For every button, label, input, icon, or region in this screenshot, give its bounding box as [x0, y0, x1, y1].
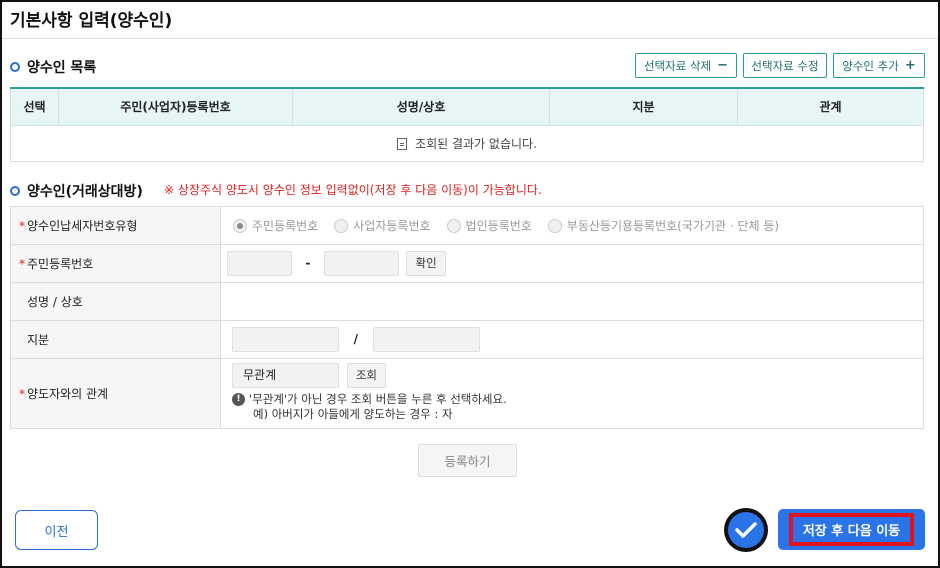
- share-label: 지분: [27, 333, 50, 347]
- radio-empty-icon: [446, 218, 461, 233]
- bullet-circle-icon: [10, 62, 20, 72]
- form-section-title: 양수인(거래상대방): [10, 181, 143, 201]
- confirm-button[interactable]: 확인: [406, 251, 446, 276]
- radio-business-label: 사업자등록번호: [353, 219, 431, 233]
- list-section-title-text: 양수인 목록: [27, 60, 97, 76]
- lookup-button[interactable]: 조회: [346, 363, 386, 388]
- required-mark: *: [19, 257, 25, 271]
- taxpayer-type-radio-group: 주민등록번호 사업자등록번호 법인등록번호 부동산등기용등록번호(국가기관 · …: [221, 217, 923, 234]
- column-header-share[interactable]: 지분: [549, 87, 738, 126]
- share-label-cell: 지분: [10, 320, 221, 359]
- id-separator: -: [305, 256, 311, 270]
- form-row-name: 성명 / 상호: [10, 282, 924, 321]
- transferee-form-table: * 양수인납세자번호유형 주민등록번호 사업자등록번호 법인등록번호 부동산등기용…: [10, 206, 924, 429]
- share-numerator-input[interactable]: [232, 327, 339, 352]
- info-icon: !: [232, 393, 245, 406]
- required-mark: *: [19, 387, 25, 401]
- relation-value-cell: 무관계 조회 ! '무관계'가 아닌 경우 조회 버튼을 누른 후 선택하세요.…: [220, 358, 924, 429]
- relation-label-cell: * 양도자와의 관계: [10, 358, 221, 429]
- share-value-cell: /: [220, 320, 924, 359]
- name-label: 성명 / 상호: [27, 295, 83, 309]
- table-row: 조회된 결과가 없습니다.: [10, 124, 924, 162]
- radio-real-estate-number[interactable]: 부동산등기용등록번호(국가기관 · 단체 등): [547, 217, 780, 234]
- id-front-input[interactable]: [227, 251, 292, 276]
- form-section-title-text: 양수인(거래상대방): [27, 184, 143, 200]
- radio-empty-icon: [334, 218, 349, 233]
- minus-icon: −: [717, 58, 729, 73]
- info-line-2: 예) 아버지가 아들에게 양도하는 경우 : 자: [253, 407, 453, 421]
- save-next-button[interactable]: 저장 후 다음 이동: [778, 509, 925, 550]
- add-transferee-button[interactable]: 양수인 추가 +: [833, 53, 925, 78]
- radio-corporate-label: 법인등록번호: [465, 219, 532, 233]
- id-label-cell: * 주민등록번호: [10, 244, 221, 283]
- column-header-id-number[interactable]: 주민(사업자)등록번호: [58, 87, 293, 126]
- name-label-cell: 성명 / 상호: [10, 282, 221, 321]
- form-row-id: * 주민등록번호 - 확인: [10, 244, 924, 283]
- share-separator: /: [353, 332, 359, 346]
- form-row-share: 지분 /: [10, 320, 924, 359]
- column-header-select[interactable]: 선택: [10, 87, 59, 126]
- list-section-title: 양수인 목록: [10, 57, 96, 77]
- form-row-relation: * 양도자와의 관계 무관계 조회 ! '무관계'가 아닌 경우 조회 버튼을 누…: [10, 358, 924, 429]
- required-mark: *: [19, 219, 25, 233]
- id-label: 주민등록번호: [27, 257, 94, 271]
- id-value-cell: - 확인: [220, 244, 924, 283]
- type-value-cell: 주민등록번호 사업자등록번호 법인등록번호 부동산등기용등록번호(국가기관 · …: [220, 206, 924, 245]
- plus-icon: +: [904, 58, 916, 73]
- save-next-label: 저장 후 다음 이동: [802, 524, 901, 539]
- transferee-list-table: 선택 주민(사업자)등록번호 성명/상호 지분 관계 조회된 결과가 없습니다.: [10, 87, 924, 162]
- checkmark-icon: [728, 512, 764, 548]
- add-transferee-label: 양수인 추가: [842, 58, 899, 73]
- column-header-name[interactable]: 성명/상호: [292, 87, 550, 126]
- radio-real-estate-label: 부동산등기용등록번호(국가기관 · 단체 등): [566, 219, 780, 233]
- radio-selected-icon: [233, 218, 247, 233]
- register-button[interactable]: 등록하기: [418, 444, 517, 477]
- edit-selected-label: 선택자료 수정: [751, 58, 819, 73]
- relation-info: ! '무관계'가 아닌 경우 조회 버튼을 누른 후 선택하세요. 예) 아버지…: [232, 392, 923, 422]
- type-label-cell: * 양수인납세자번호유형: [10, 206, 221, 245]
- share-denominator-input[interactable]: [372, 327, 480, 352]
- edit-selected-button[interactable]: 선택자료 수정: [743, 53, 827, 78]
- delete-selected-label: 선택자료 삭제: [643, 58, 712, 73]
- prev-button[interactable]: 이전: [15, 510, 98, 550]
- notice-text: ※ 상장주식 양도시 양수인 정보 입력없이(저장 후 다음 이동)이 가능합니…: [164, 183, 542, 197]
- name-value-cell: [220, 282, 924, 321]
- page-title: 기본사항 입력(양수인): [10, 11, 173, 31]
- radio-resident-label: 주민등록번호: [252, 219, 319, 233]
- radio-business-number[interactable]: 사업자등록번호: [334, 217, 431, 234]
- bullet-circle-icon: [10, 186, 20, 196]
- radio-resident-number[interactable]: 주민등록번호: [233, 217, 318, 234]
- id-back-input[interactable]: [323, 251, 399, 276]
- relation-input[interactable]: 무관계: [232, 363, 339, 388]
- relation-label: 양도자와의 관계: [27, 387, 109, 401]
- document-icon: [397, 137, 408, 150]
- table-header-row: 선택 주민(사업자)등록번호 성명/상호 지분 관계: [10, 87, 924, 126]
- checkmark-badge: [724, 508, 768, 552]
- info-line-1: '무관계'가 아닌 경우 조회 버튼을 누른 후 선택하세요.: [249, 392, 507, 406]
- title-divider: [2, 38, 938, 39]
- checkmark-svg: [735, 522, 757, 538]
- empty-result-text: 조회된 결과가 없습니다.: [415, 136, 537, 151]
- empty-result-cell: 조회된 결과가 없습니다.: [10, 124, 924, 162]
- form-row-type: * 양수인납세자번호유형 주민등록번호 사업자등록번호 법인등록번호 부동산등기용…: [10, 206, 924, 245]
- radio-empty-icon: [547, 218, 562, 233]
- delete-selected-button[interactable]: 선택자료 삭제 −: [635, 53, 737, 78]
- type-label: 양수인납세자번호유형: [27, 219, 138, 233]
- save-next-highlight: 저장 후 다음 이동: [789, 513, 914, 546]
- radio-corporate-number[interactable]: 법인등록번호: [446, 217, 532, 234]
- column-header-relation[interactable]: 관계: [737, 87, 924, 126]
